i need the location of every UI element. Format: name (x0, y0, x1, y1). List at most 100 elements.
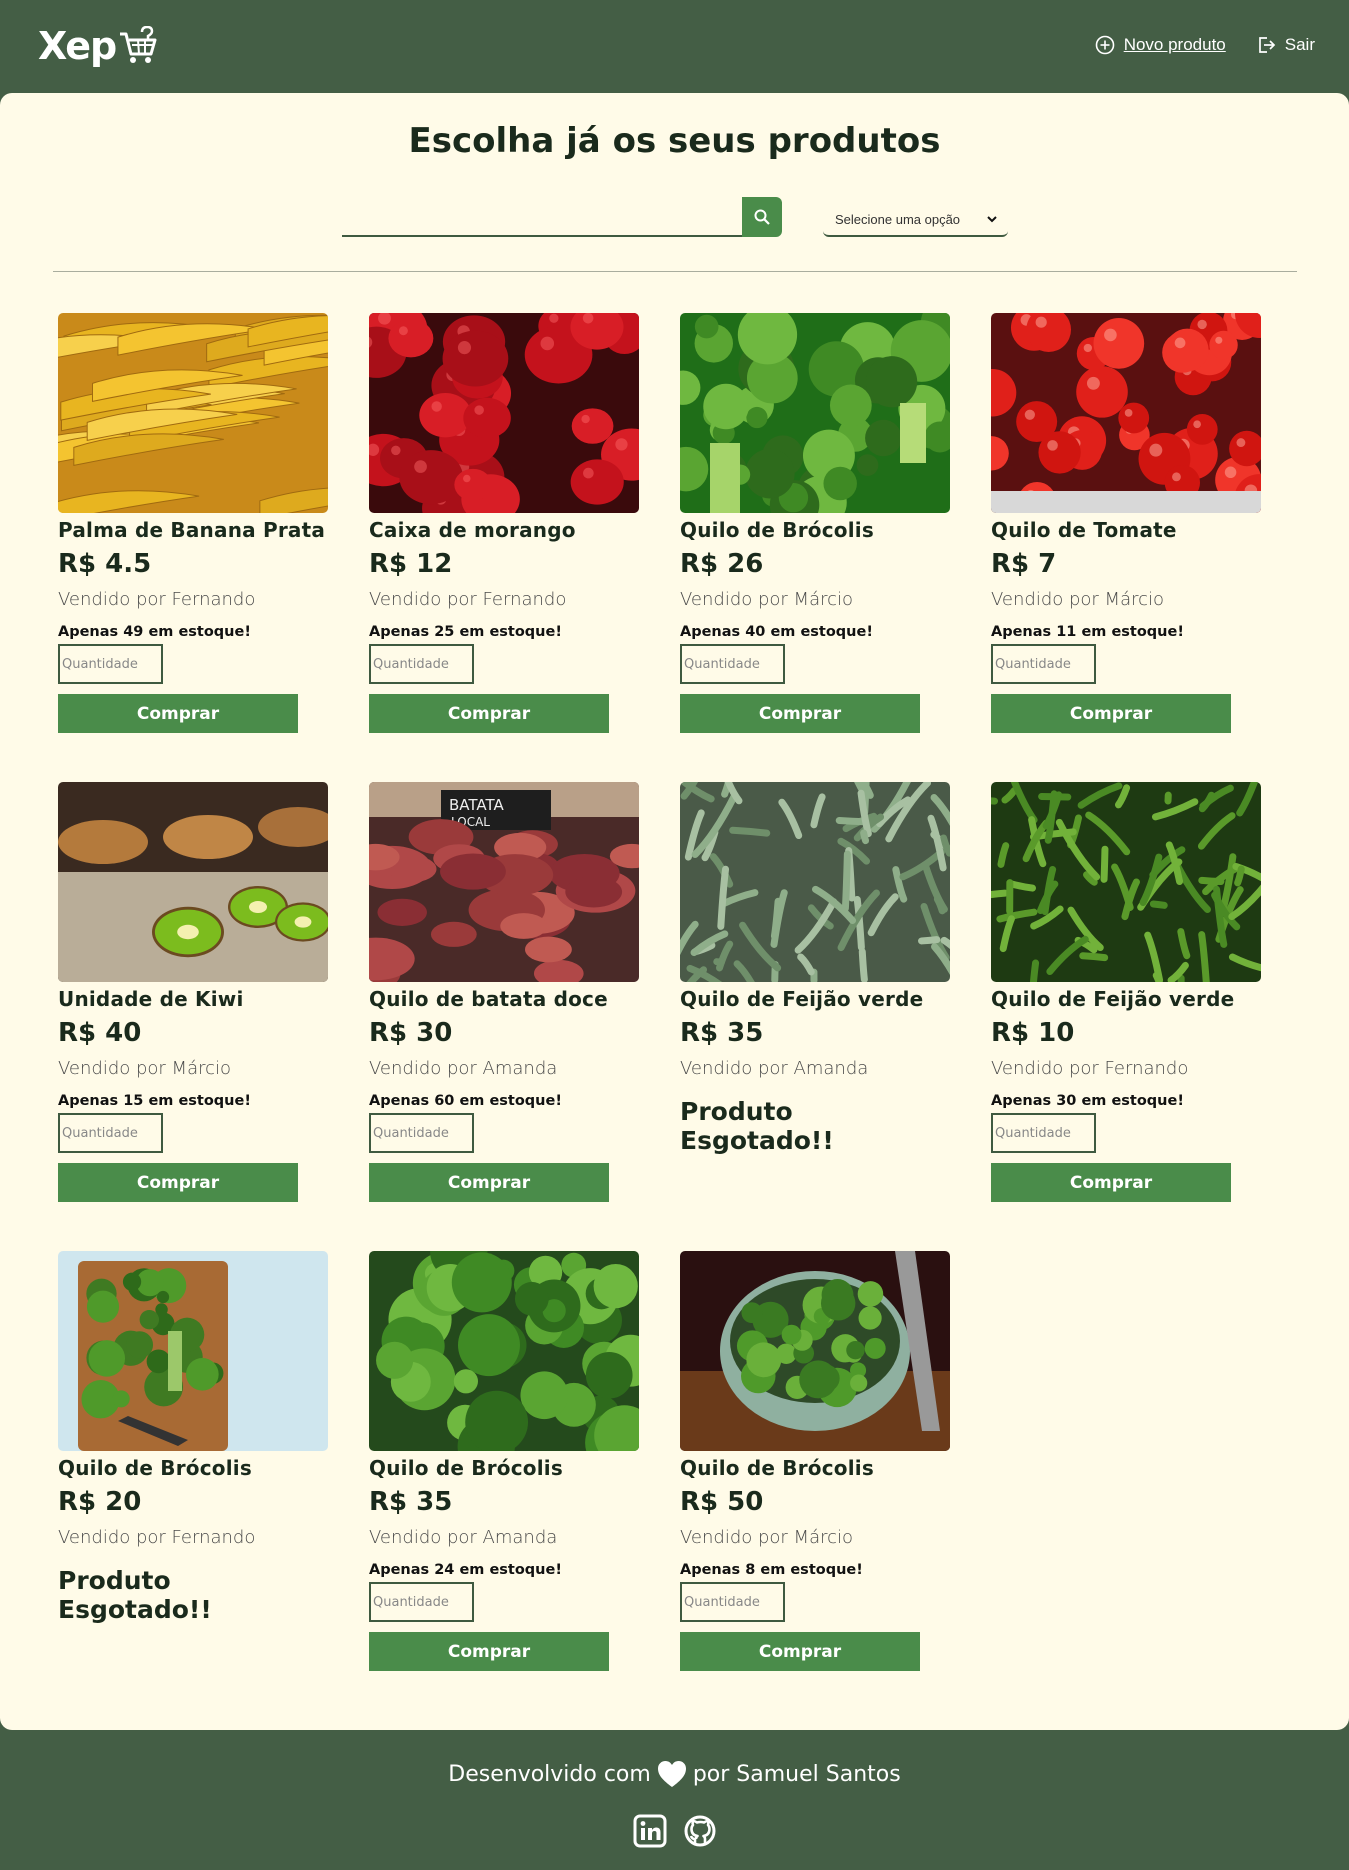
quantity-input[interactable] (58, 644, 163, 684)
search-icon (754, 209, 770, 225)
product-seller: Vendido por Amanda (680, 1058, 869, 1079)
product-image (58, 1251, 328, 1451)
buy-button[interactable]: Comprar (58, 1163, 298, 1202)
quantity-input[interactable] (680, 1582, 785, 1622)
sold-out-label: Produto Esgotado!! (58, 1566, 212, 1624)
product-image (369, 1251, 639, 1451)
stock-label: Apenas 30 em estoque! (991, 1093, 1184, 1109)
product-price: R$ 4.5 (58, 549, 152, 579)
filter-select-value: Selecione uma opção (835, 211, 961, 227)
buy-button[interactable]: Comprar (680, 1632, 920, 1671)
product-image (991, 313, 1261, 513)
buy-button[interactable]: Comprar (369, 1632, 609, 1671)
footer-text-before: Desenvolvido com (448, 1761, 651, 1787)
plus-circle-icon (1095, 35, 1114, 55)
product-price: R$ 40 (58, 1018, 142, 1048)
product-price: R$ 7 (991, 549, 1057, 579)
product-price: R$ 35 (680, 1018, 764, 1048)
product-seller: Vendido por Fernando (369, 589, 567, 610)
product-name: Quilo de Feijão verde (991, 987, 1235, 1011)
logo[interactable]: Xep (38, 24, 158, 68)
product-name: Caixa de morango (369, 518, 576, 542)
product-price: R$ 30 (369, 1018, 453, 1048)
quantity-input[interactable] (369, 1113, 474, 1153)
stock-label: Apenas 25 em estoque! (369, 624, 562, 640)
linkedin-icon (633, 1814, 666, 1848)
product-card: Quilo de Brócolis R$ 50 Vendido por Márcio… (680, 1251, 950, 1671)
product-image: BATATA LOCAL (369, 782, 639, 982)
product-image (369, 313, 639, 513)
product-image (680, 782, 950, 982)
quantity-input[interactable] (991, 1113, 1096, 1153)
logout-label: Sair (1284, 35, 1315, 54)
product-seller: Vendido por Márcio (680, 589, 854, 610)
stock-label: Apenas 40 em estoque! (680, 624, 873, 640)
buy-button[interactable]: Comprar (369, 694, 609, 733)
product-name: Quilo de Brócolis (680, 1456, 874, 1480)
page-title: Escolha já os seus produtos (408, 121, 941, 161)
product-card: Quilo de Brócolis R$ 20 Vendido por Fernan… (58, 1251, 328, 1624)
product-card: Palma de Banana Prata R$ 4.5 Vendido por F… (58, 313, 328, 733)
product-name: Palma de Banana Prata (58, 518, 326, 542)
linkedin-link[interactable] (633, 1814, 667, 1853)
header: Xep Novo produto Sair (0, 0, 1349, 93)
buy-button[interactable]: Comprar (991, 694, 1231, 733)
product-seller: Vendido por Fernando (58, 589, 256, 610)
footer: Desenvolvido com por Samuel Santos (0, 1730, 1349, 1870)
filter-select[interactable]: Selecione uma opção (823, 203, 1008, 237)
github-icon (684, 1815, 715, 1847)
buy-button[interactable]: Comprar (369, 1163, 609, 1202)
buy-button[interactable]: Comprar (991, 1163, 1231, 1202)
top-nav: Novo produto Sair (1095, 35, 1315, 55)
search-button[interactable] (742, 197, 782, 237)
stock-label: Apenas 24 em estoque! (369, 1562, 562, 1578)
stock-label: Apenas 8 em estoque! (680, 1562, 863, 1578)
logo-text: Xep (38, 24, 117, 68)
product-seller: Vendido por Amanda (369, 1527, 558, 1548)
buy-button[interactable]: Comprar (58, 694, 298, 733)
github-link[interactable] (683, 1814, 717, 1853)
product-price: R$ 10 (991, 1018, 1075, 1048)
footer-credit: Desenvolvido com por Samuel Santos (0, 1760, 1349, 1788)
new-product-label: Novo produto (1123, 35, 1226, 54)
footer-text-after: por Samuel Santos (692, 1761, 901, 1787)
product-name: Quilo de batata doce (369, 987, 608, 1011)
product-name: Quilo de Feijão verde (680, 987, 924, 1011)
product-card: Quilo de Tomate R$ 7 Vendido por Márcio Ape… (991, 313, 1261, 733)
product-image (58, 313, 328, 513)
product-seller: Vendido por Amanda (369, 1058, 558, 1079)
product-card: Caixa de morango R$ 12 Vendido por Fernand… (369, 313, 639, 733)
new-product-link[interactable]: Novo produto (1095, 35, 1226, 55)
product-name: Unidade de Kiwi (58, 987, 244, 1011)
quantity-input[interactable] (991, 644, 1096, 684)
chevron-down-icon (987, 216, 997, 223)
product-card: Quilo de Brócolis R$ 35 Vendido por Amanda… (369, 1251, 639, 1671)
stock-label: Apenas 60 em estoque! (369, 1093, 562, 1109)
stock-label: Apenas 49 em estoque! (58, 624, 251, 640)
product-seller: Vendido por Márcio (58, 1058, 232, 1079)
quantity-input[interactable] (680, 644, 785, 684)
cart-logo-icon (120, 26, 157, 63)
product-image (680, 313, 950, 513)
quantity-input[interactable] (58, 1113, 163, 1153)
product-price: R$ 12 (369, 549, 453, 579)
product-seller: Vendido por Márcio (991, 589, 1165, 610)
search-input[interactable] (342, 197, 742, 237)
quantity-input[interactable] (369, 1582, 474, 1622)
social-links (0, 1814, 1349, 1853)
sold-out-label: Produto Esgotado!! (680, 1097, 834, 1155)
product-name: Quilo de Brócolis (58, 1456, 252, 1480)
product-card: BATATA LOCAL Quilo de batata doce R$ 30 Vend… (369, 782, 639, 1202)
quantity-input[interactable] (369, 644, 474, 684)
logout-icon (1258, 37, 1275, 53)
product-image (58, 782, 328, 982)
product-card: Quilo de Feijão verde R$ 35 Vendido por Am… (680, 782, 950, 1155)
main-content: Escolha já os seus produtos Selecione um… (0, 93, 1349, 1730)
product-card: Unidade de Kiwi R$ 40 Vendido por Márcio Ap… (58, 782, 328, 1202)
product-price: R$ 35 (369, 1487, 453, 1517)
product-seller: Vendido por Fernando (58, 1527, 256, 1548)
product-seller: Vendido por Fernando (991, 1058, 1189, 1079)
logout-link[interactable]: Sair (1256, 35, 1315, 55)
product-price: R$ 20 (58, 1487, 142, 1517)
buy-button[interactable]: Comprar (680, 694, 920, 733)
